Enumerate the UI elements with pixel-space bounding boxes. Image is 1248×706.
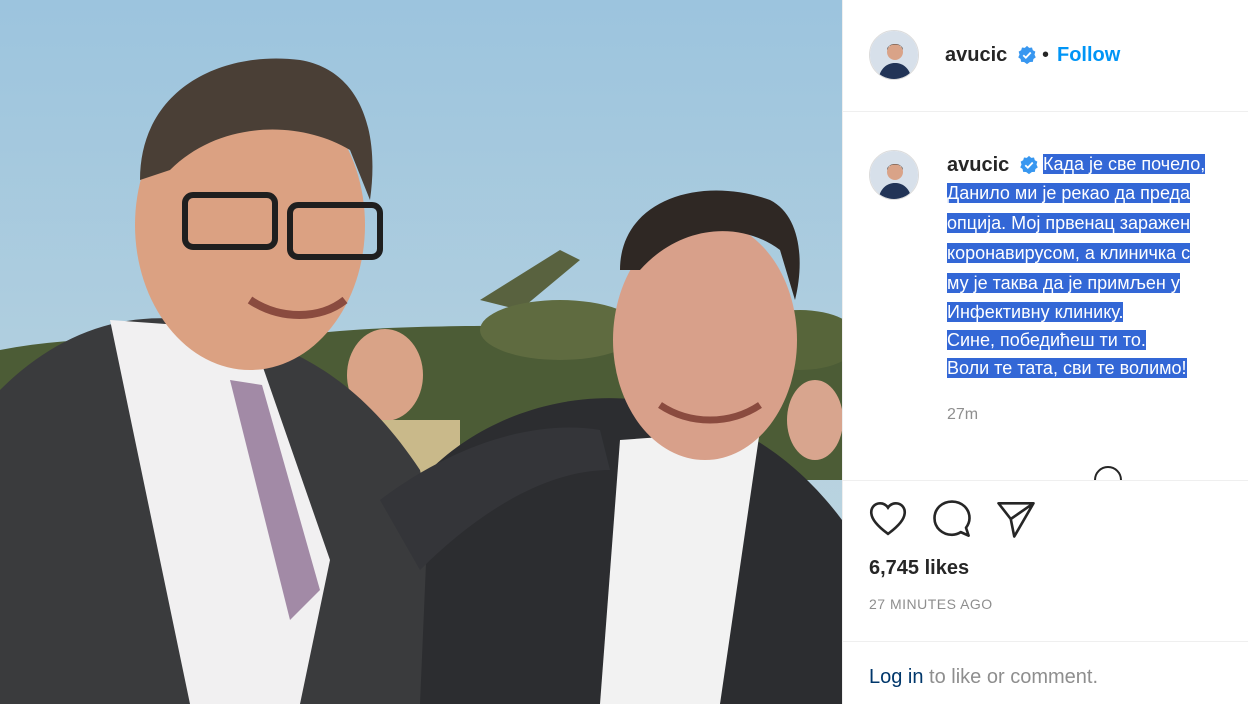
post-sidebar: avucic • Follow avucic Када је све почел… — [842, 0, 1248, 704]
login-link[interactable]: Log in — [869, 666, 924, 688]
paper-plane-icon[interactable] — [995, 498, 1037, 540]
comment-icon[interactable] — [931, 498, 973, 540]
login-prompt: Log in to like or comment. — [843, 641, 1248, 706]
caption-line: Данило ми је рекао да преда — [947, 183, 1191, 203]
caption-line: Инфективну клинику. — [947, 302, 1124, 322]
post-actions: 6,745 likes 27 MINUTES AGO Log in to lik… — [843, 480, 1248, 705]
caption-avatar[interactable] — [869, 150, 919, 200]
author-avatar[interactable] — [869, 30, 919, 80]
caption-line: коронавирусом, а клиничка с — [947, 243, 1191, 263]
post-header: avucic • Follow — [843, 0, 1248, 112]
avatar-image — [870, 31, 918, 79]
follow-button[interactable]: Follow — [1057, 44, 1120, 67]
caption-line: опција. Мој првенац заражен — [947, 213, 1191, 233]
caption-time: 27m — [947, 406, 979, 423]
caption-username[interactable]: avucic — [947, 154, 1009, 177]
caption-line: Воли те тата, сви те волимо! — [947, 358, 1187, 378]
post-photo[interactable] — [0, 0, 842, 704]
load-more-icon[interactable] — [1093, 462, 1123, 480]
author-username[interactable]: avucic — [945, 44, 1007, 67]
likes-count[interactable]: 6,745 likes — [869, 557, 969, 580]
caption-line: Сине, победићеш ти то. — [947, 330, 1146, 350]
post-photo-image — [0, 0, 842, 704]
verified-badge-icon — [1020, 155, 1038, 175]
caption-line: му је таква да је примљен у — [947, 273, 1180, 293]
caption-line: Када је све почело, — [1043, 154, 1206, 174]
login-rest: to like or comment. — [923, 666, 1099, 688]
heart-icon[interactable] — [867, 498, 909, 540]
verified-badge-icon — [1018, 45, 1036, 65]
login-text: Log in to like or comment. — [869, 666, 1098, 689]
post-timestamp: 27 MINUTES AGO — [869, 596, 993, 612]
follow-separator: • — [1042, 44, 1050, 66]
avatar-image — [870, 151, 918, 199]
